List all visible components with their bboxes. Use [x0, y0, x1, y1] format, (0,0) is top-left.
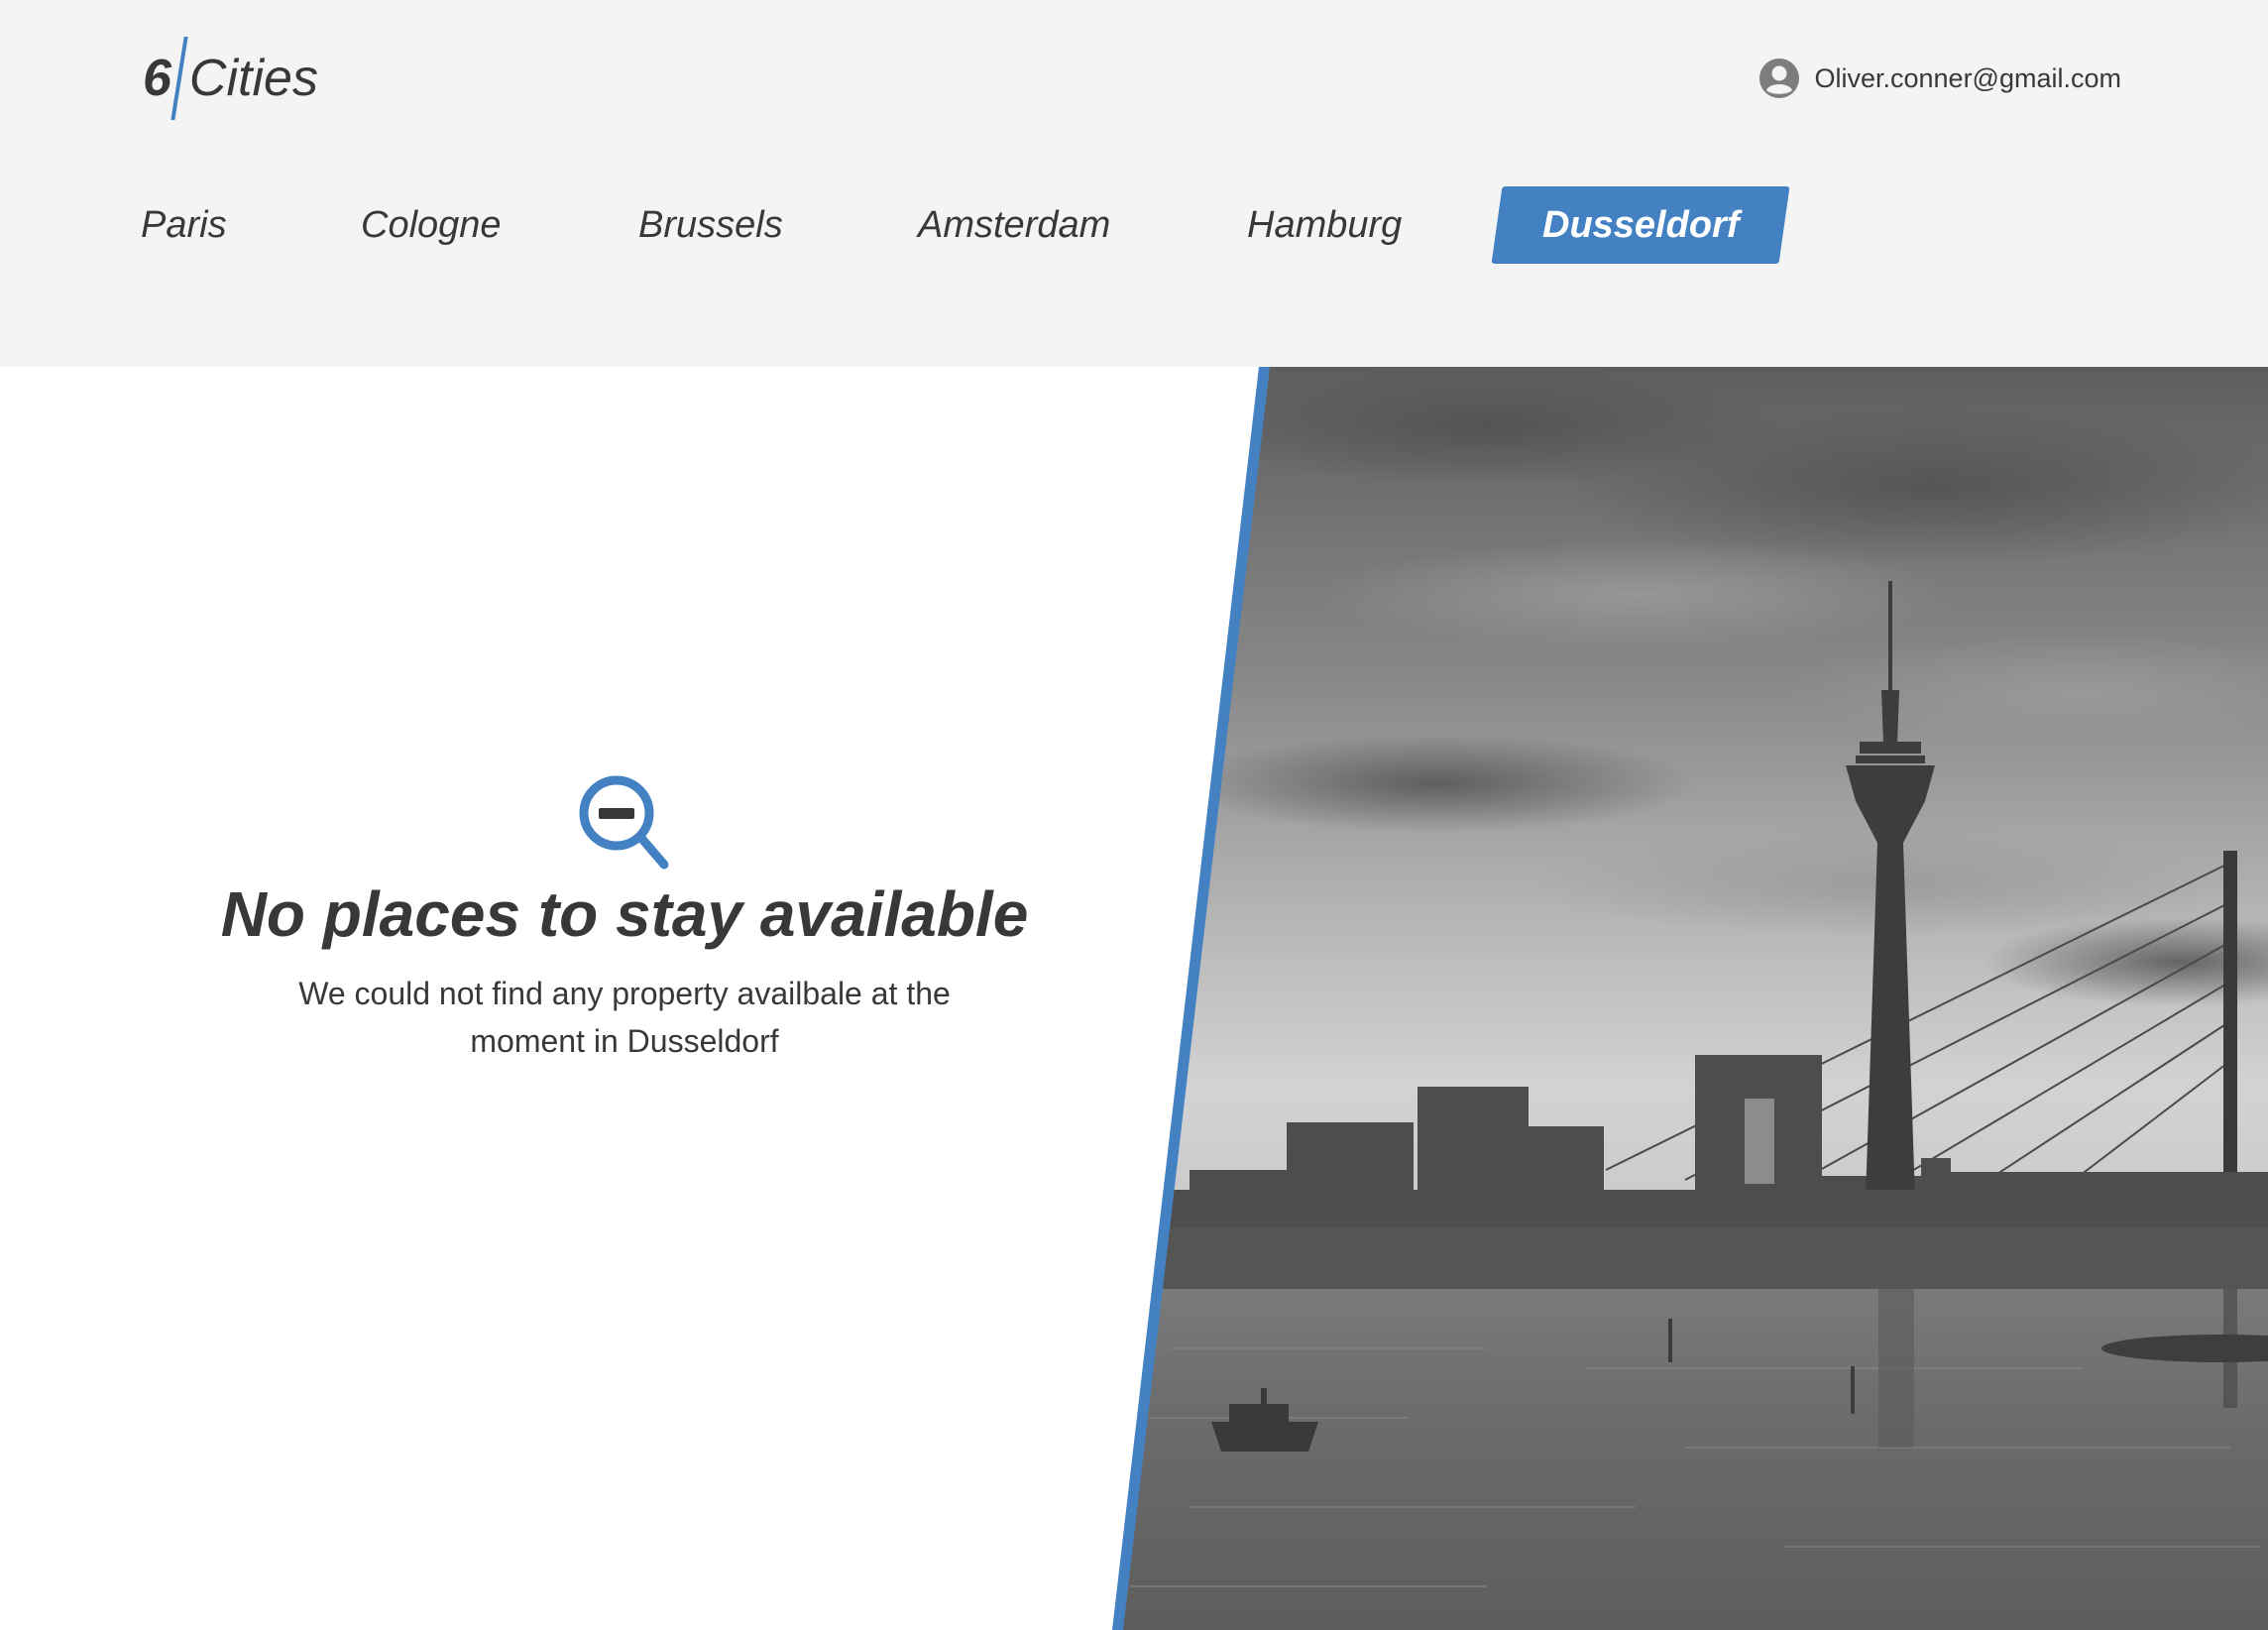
search-minus-icon	[579, 775, 669, 870]
logo-divider	[170, 37, 188, 120]
tab-cologne[interactable]: Cologne	[361, 186, 502, 264]
tab-label: Paris	[141, 204, 227, 246]
tab-dusseldorf[interactable]: Dusseldorf	[1491, 186, 1790, 264]
empty-state-message: We could not find any property availbale…	[298, 975, 951, 1059]
user-circle-icon	[1759, 58, 1800, 98]
tab-brussels[interactable]: Brussels	[638, 186, 783, 264]
empty-state: No places to stay available We could not…	[129, 773, 1120, 1065]
logo-number: 6	[143, 50, 171, 107]
user-email: Oliver.conner@gmail.com	[1814, 62, 2121, 93]
tab-label: Dusseldorf	[1542, 204, 1740, 246]
empty-state-title: No places to stay available	[220, 878, 1029, 950]
logo-word: Cities	[188, 50, 318, 107]
logo[interactable]: 6 Cities	[143, 36, 318, 121]
tab-label: Amsterdam	[918, 204, 1111, 246]
tab-label: Cologne	[361, 204, 502, 246]
tab-label: Hamburg	[1247, 204, 1403, 246]
page-header: 6 Cities Oliver.conner@gmail.com Paris C…	[0, 0, 2268, 367]
tab-amsterdam[interactable]: Amsterdam	[918, 186, 1110, 264]
tab-label: Brussels	[638, 204, 783, 246]
tab-hamburg[interactable]: Hamburg	[1247, 186, 1402, 264]
city-tabs: Paris Cologne Brussels Amsterdam Hamburg…	[0, 186, 2268, 266]
user-menu[interactable]: Oliver.conner@gmail.com	[1758, 58, 2121, 99]
tab-paris[interactable]: Paris	[141, 186, 227, 264]
